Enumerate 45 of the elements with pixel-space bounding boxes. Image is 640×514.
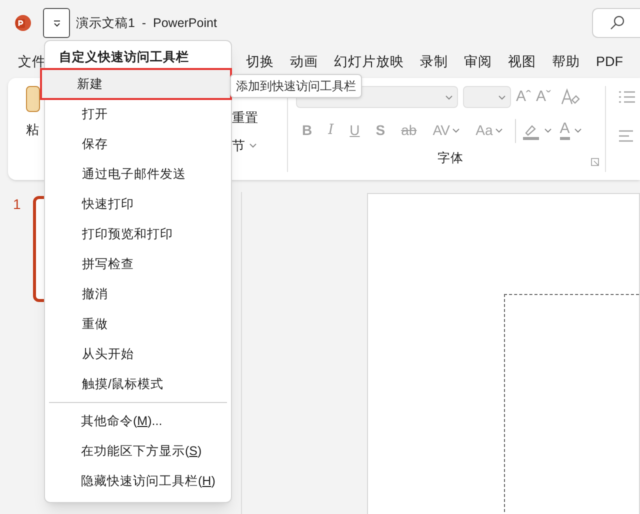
search-icon <box>608 15 624 31</box>
customize-caret-icon <box>52 20 60 26</box>
ribbon-tab[interactable]: 切换 <box>246 52 274 72</box>
chevron-down-icon <box>445 94 453 100</box>
menu-item[interactable]: 通过电子邮件发送 <box>46 159 230 189</box>
menu-item[interactable]: 在功能区下方显示(S) <box>45 436 231 466</box>
menu-item[interactable]: 打开 <box>46 99 230 129</box>
menu-item[interactable]: 打印预览和打印 <box>46 219 230 249</box>
menu-item[interactable]: 重做 <box>46 309 230 339</box>
chevron-down-icon <box>544 128 552 133</box>
ribbon-tab[interactable]: 录制 <box>420 52 448 72</box>
search-button[interactable] <box>592 8 640 38</box>
menu-item[interactable]: 撤消 <box>46 279 230 309</box>
ribbon-tab[interactable]: 帮助 <box>552 52 580 72</box>
presentation-app-icon <box>14 14 32 32</box>
chevron-down-icon <box>574 128 582 133</box>
menu-title: 自定义快速访问工具栏 <box>58 49 190 66</box>
ribbon-tab[interactable]: 动画 <box>290 52 318 72</box>
chevron-down-icon <box>452 128 460 133</box>
group-label: 字体 <box>438 150 464 168</box>
tooltip: 添加到快速访问工具栏 <box>230 74 362 98</box>
slide-command-button[interactable]: 节 <box>232 136 257 155</box>
align-left-icon[interactable] <box>618 130 634 142</box>
paste-label: 粘 <box>26 121 40 139</box>
quick-access-dropdown-button[interactable] <box>43 8 70 38</box>
slide-command-button[interactable]: 重置 <box>232 108 258 128</box>
clipboard-icon <box>26 86 40 112</box>
chevron-down-icon <box>494 128 503 133</box>
menu-item[interactable]: 从头开始 <box>46 339 230 369</box>
ribbon-tab[interactable]: 幻灯片放映 <box>334 52 404 72</box>
menu-item[interactable]: 新建 <box>41 69 231 99</box>
menu-item[interactable]: 隐藏快速访问工具栏(H) <box>45 466 231 496</box>
window-title: 演示文稿1 - PowerPoint <box>76 14 217 32</box>
chevron-down-icon <box>249 142 257 148</box>
ribbon-tab[interactable]: PDF <box>596 52 623 72</box>
bullet-list-icon[interactable] <box>618 90 636 104</box>
ribbon-tab[interactable]: 视图 <box>508 52 536 72</box>
ribbon-tab[interactable]: 审阅 <box>464 52 492 72</box>
menu-item[interactable]: 触摸/鼠标模式 <box>46 369 230 399</box>
slide-number: 1 <box>13 195 21 214</box>
menu-item[interactable]: 拼写检查 <box>46 249 230 279</box>
menu-item[interactable]: 其他命令(M)... <box>45 406 231 436</box>
menu-item[interactable]: 保存 <box>46 129 230 159</box>
menu-item[interactable]: 快速打印 <box>46 189 230 219</box>
chevron-down-icon <box>498 94 506 100</box>
